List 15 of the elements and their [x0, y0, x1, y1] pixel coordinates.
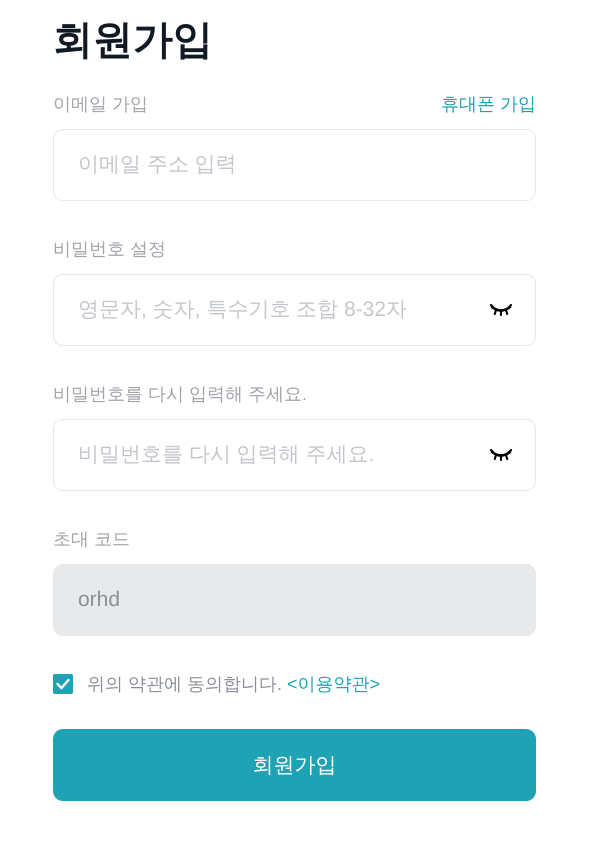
page-title: 회원가입: [53, 17, 214, 64]
agreement-text: 위의 약관에 동의합니다. <이용약관>: [87, 673, 380, 696]
terms-link[interactable]: <이용약관>: [287, 674, 380, 694]
email-field[interactable]: 이메일 주소 입력: [53, 129, 536, 201]
field-label: 이메일 가입: [53, 93, 148, 116]
eye-closed-icon[interactable]: [490, 304, 512, 316]
field-label: 비밀번호를 다시 입력해 주세요.: [53, 383, 308, 406]
password-field[interactable]: 비밀번호를 다시 입력해 주세요.: [53, 419, 536, 491]
field-label: 비밀번호 설정: [53, 238, 166, 261]
eye-closed-icon[interactable]: [490, 449, 512, 461]
agree-checkbox[interactable]: [53, 674, 73, 694]
signup-button[interactable]: 회원가입: [53, 729, 536, 801]
field-label: 초대 코드: [53, 528, 130, 551]
password-field[interactable]: 영문자, 숫자, 특수기호 조합 8-32자: [53, 274, 536, 346]
phone-signup-link[interactable]: 휴대폰 가입: [440, 92, 536, 116]
